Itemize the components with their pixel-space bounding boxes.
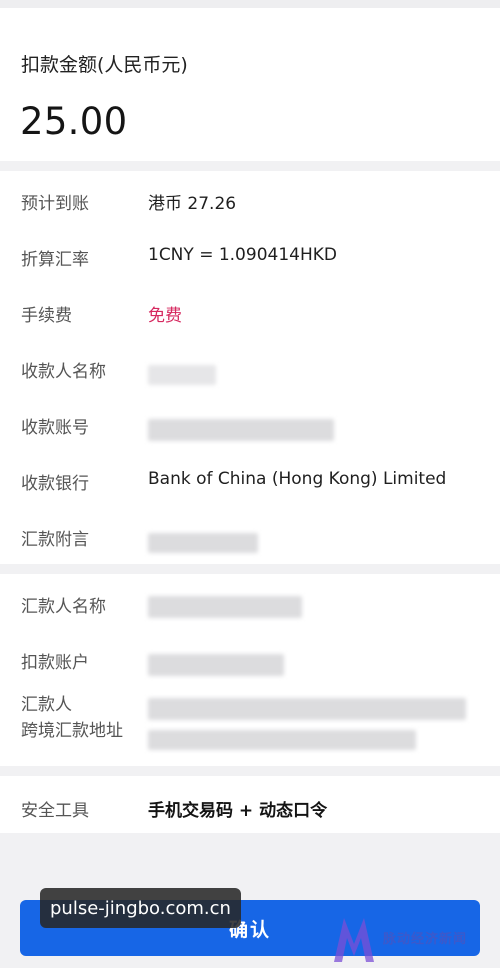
exchange-rate-label: 折算汇率 [21, 250, 89, 270]
remittance-note-redacted [148, 533, 258, 553]
payer-name-row: 汇款人名称 [0, 592, 500, 632]
brand-logo-icon [334, 918, 374, 962]
fee-row: 手续费 免费 [0, 301, 500, 341]
payer-address-row: 汇款人 跨境汇款地址 [0, 692, 500, 758]
exchange-rate-row: 折算汇率 1CNY = 1.090414HKD [0, 245, 500, 285]
payee-account-redacted [148, 419, 334, 441]
exchange-rate-value: 1CNY = 1.090414HKD [148, 245, 337, 265]
payee-account-label: 收款账号 [21, 418, 89, 438]
payer-address-redacted-line1 [148, 698, 466, 720]
debit-account-row: 扣款账户 [0, 648, 500, 688]
amount-value: 25.00 [20, 100, 128, 143]
fee-label: 手续费 [21, 306, 72, 326]
security-tool-value[interactable]: 手机交易码 + 动态口令 [148, 796, 327, 821]
payer-address-label-line2: 跨境汇款地址 [21, 721, 123, 741]
payee-bank-label: 收款银行 [21, 474, 89, 494]
security-section: 安全工具 手机交易码 + 动态口令 [0, 776, 500, 833]
remittance-note-row: 汇款附言 [0, 525, 500, 565]
section-divider [0, 161, 500, 171]
fee-value: 免费 [148, 306, 182, 326]
payee-account-row: 收款账号 [0, 413, 500, 453]
payer-section: 汇款人名称 扣款账户 汇款人 跨境汇款地址 [0, 574, 500, 766]
watermark-url-badge: pulse-jingbo.com.cn [40, 888, 241, 928]
debit-account-redacted [148, 654, 284, 676]
remittance-note-label: 汇款附言 [21, 530, 89, 550]
expected-arrival-row: 预计到账 港币 27.26 [0, 189, 500, 229]
debit-account-label: 扣款账户 [21, 653, 89, 673]
payee-bank-value: Bank of China (Hong Kong) Limited [148, 469, 447, 489]
payee-name-row: 收款人名称 [0, 357, 500, 397]
expected-arrival-label: 预计到账 [21, 194, 89, 214]
payee-name-redacted [148, 365, 216, 385]
payer-name-label: 汇款人名称 [21, 597, 106, 617]
payee-bank-row: 收款银行 Bank of China (Hong Kong) Limited [0, 469, 500, 509]
transfer-details-section: 预计到账 港币 27.26 折算汇率 1CNY = 1.090414HKD 手续… [0, 171, 500, 564]
security-tool-label: 安全工具 [21, 801, 89, 821]
payer-address-label: 汇款人 跨境汇款地址 [21, 692, 123, 744]
security-tool-row[interactable]: 安全工具 手机交易码 + 动态口令 [0, 796, 500, 836]
expected-arrival-value: 港币 27.26 [148, 194, 237, 214]
top-strip [0, 0, 500, 8]
payer-address-redacted-line2 [148, 730, 416, 750]
amount-label: 扣款金额(人民币元) [21, 54, 188, 76]
payer-address-label-line1: 汇款人 [21, 695, 72, 715]
payee-name-label: 收款人名称 [21, 362, 106, 382]
section-divider [0, 766, 500, 776]
payer-name-redacted [148, 596, 302, 618]
amount-section: 扣款金额(人民币元) 25.00 [0, 8, 500, 161]
section-divider [0, 564, 500, 574]
watermark-brand-text: 脉动经济新闻 [383, 932, 468, 947]
